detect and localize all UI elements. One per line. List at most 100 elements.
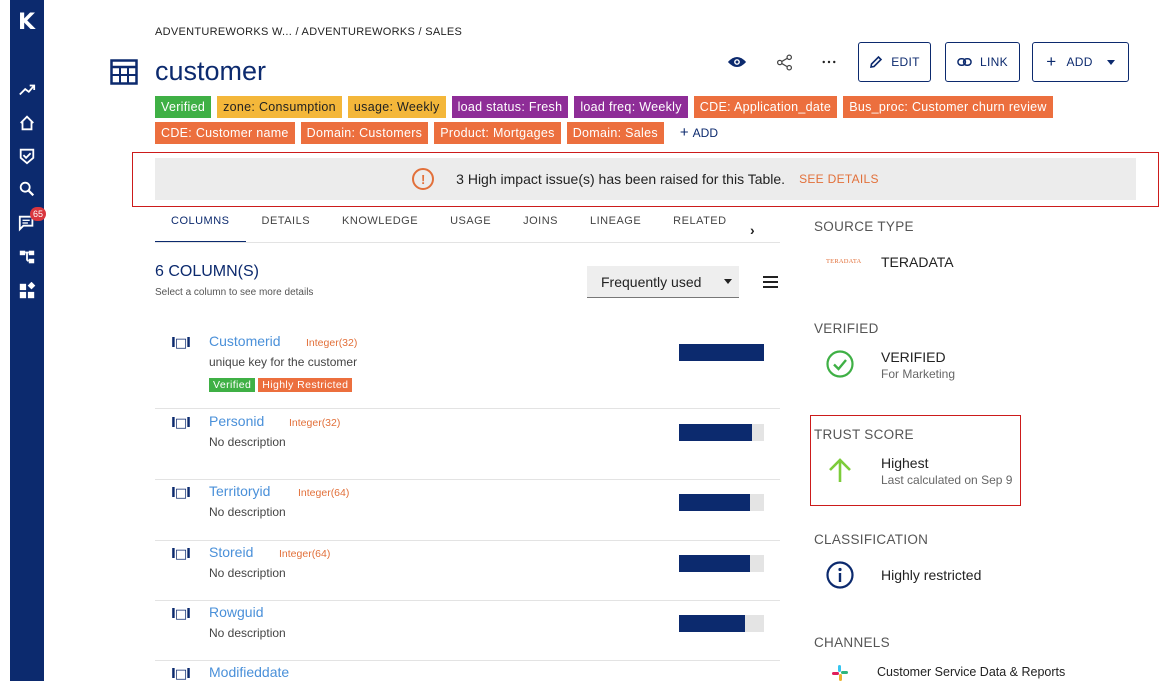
warning-icon: ! [412, 168, 435, 190]
caret-down-icon [724, 279, 732, 284]
alert-message: 3 High impact issue(s) has been raised f… [456, 171, 786, 187]
tag-chip[interactable]: Bus_proc: Customer churn review [843, 96, 1053, 118]
left-nav-rail: K 65 [10, 0, 47, 681]
column-description: unique key for the customer [209, 355, 358, 369]
column-name[interactable]: Territoryid [209, 483, 270, 499]
tab-usage[interactable]: USAGE [434, 208, 507, 243]
column-type: Integer(64) [298, 487, 350, 499]
more-options-icon[interactable] [819, 52, 839, 72]
channels-label: CHANNELS [814, 635, 890, 650]
add-button[interactable]: + ADD [1032, 42, 1129, 82]
sort-select-value: Frequently used [601, 273, 702, 290]
column-type: Integer(32) [306, 337, 358, 349]
list-menu-icon[interactable] [763, 276, 778, 288]
column-icon: I□I [171, 416, 191, 431]
verified-value: VERIFIED [881, 349, 946, 365]
app-logo[interactable]: K [18, 10, 35, 35]
column-icon: I□I [171, 547, 191, 562]
verified-label: VERIFIED [814, 321, 879, 336]
column-name[interactable]: Customerid [209, 333, 281, 349]
teradata-logo: TERADATA [826, 258, 862, 265]
usage-bar [679, 424, 764, 441]
issue-alert-banner: ! 3 High impact issue(s) has been raised… [155, 158, 1136, 200]
tag-chip[interactable]: zone: Consumption [217, 96, 342, 118]
trust-score-sub: Last calculated on Sep 9 [881, 473, 1013, 487]
column-name[interactable]: Personid [209, 413, 264, 429]
tab-lineage[interactable]: LINEAGE [574, 208, 657, 243]
usage-bar-fill [679, 555, 751, 572]
column-icon: I□I [171, 667, 191, 681]
tag-chip[interactable]: Domain: Customers [300, 122, 429, 144]
column-row[interactable]: I□I Storeid Integer(64) No description [155, 541, 780, 601]
tag-chip[interactable]: Product: Mortgages [434, 122, 561, 144]
usage-bar-fill [679, 344, 764, 361]
tab-joins[interactable]: JOINS [507, 208, 574, 243]
column-name[interactable]: Modifieddate [209, 664, 289, 680]
shield-check-icon[interactable] [17, 146, 37, 166]
usage-bar [679, 615, 764, 632]
column-description: No description [209, 566, 286, 580]
column-row[interactable]: I□I Modifieddate [155, 661, 780, 681]
info-icon [826, 561, 854, 589]
edit-button[interactable]: EDIT [858, 42, 931, 82]
trending-icon[interactable] [17, 80, 37, 100]
tag-chip[interactable]: Domain: Sales [566, 122, 664, 144]
usage-bar [679, 494, 764, 511]
link-icon [957, 57, 972, 67]
add-tag-button[interactable]: + ADD [670, 122, 728, 144]
edit-label: EDIT [891, 55, 920, 69]
notification-badge: 65 [30, 207, 47, 221]
search-icon[interactable] [17, 179, 37, 199]
watch-eye-icon[interactable] [727, 52, 747, 72]
trust-score-label: TRUST SCORE [814, 427, 914, 442]
column-icon: I□I [171, 486, 191, 501]
classification-label: CLASSIFICATION [814, 532, 929, 547]
column-row[interactable]: I□I Rowguid No description [155, 601, 780, 661]
page-title: customer [155, 56, 267, 86]
tag-chip[interactable]: load freq: Weekly [574, 96, 688, 118]
apps-icon[interactable] [17, 281, 37, 301]
chevron-right-icon[interactable]: › [750, 222, 755, 238]
add-tag-label: ADD [692, 126, 719, 140]
sort-select[interactable]: Frequently used [587, 266, 739, 298]
share-icon[interactable] [774, 52, 794, 72]
column-tag-chip[interactable]: Verified [209, 378, 256, 392]
usage-bar-fill [679, 494, 751, 511]
source-type-label: SOURCE TYPE [814, 219, 914, 234]
usage-bar-fill [679, 424, 753, 441]
source-type-value: TERADATA [881, 254, 954, 270]
check-circle-icon [826, 350, 854, 378]
tab-details[interactable]: DETAILS [246, 208, 327, 243]
trust-score-value: Highest [881, 455, 929, 471]
tag-chip[interactable]: CDE: Application_date [693, 96, 838, 118]
tab-knowledge[interactable]: KNOWLEDGE [326, 208, 434, 243]
channel-name[interactable]: Customer Service Data & Reports [877, 665, 1065, 679]
column-name[interactable]: Storeid [209, 544, 253, 560]
tab-related[interactable]: RELATED [657, 208, 742, 243]
column-tags: Verified Highly Restricted [209, 378, 353, 392]
column-row[interactable]: I□I Customerid Integer(32) unique key for t… [155, 330, 780, 409]
tag-chip[interactable]: CDE: Customer name [155, 122, 295, 144]
link-button[interactable]: LINK [945, 42, 1020, 82]
column-row[interactable]: I□I Personid Integer(32) No description [155, 410, 780, 480]
lineage-icon[interactable] [17, 247, 37, 267]
column-tag-chip[interactable]: Highly Restricted [258, 378, 353, 392]
breadcrumb[interactable]: ADVENTUREWORKS W... / ADVENTUREWORKS / S… [155, 26, 462, 38]
column-row[interactable]: I□I Territoryid Integer(64) No description [155, 480, 780, 541]
column-icon: I□I [171, 607, 191, 622]
column-name[interactable]: Rowguid [209, 604, 263, 620]
caret-down-icon [1106, 59, 1115, 65]
pencil-icon [870, 55, 883, 68]
usage-bar-fill [679, 615, 746, 632]
column-hint: Select a column to see more details [155, 287, 314, 298]
home-icon[interactable] [17, 113, 37, 133]
see-details-link[interactable]: SEE DETAILS [799, 172, 879, 186]
table-icon [110, 59, 138, 85]
tag-chip[interactable]: usage: Weekly [347, 96, 446, 118]
slack-icon [832, 665, 848, 681]
tab-columns[interactable]: COLUMNS [155, 208, 246, 243]
column-description: No description [209, 435, 286, 449]
arrow-up-icon [829, 458, 851, 482]
tag-chip[interactable]: Verified [155, 96, 212, 118]
tag-chip[interactable]: load status: Fresh [451, 96, 569, 118]
